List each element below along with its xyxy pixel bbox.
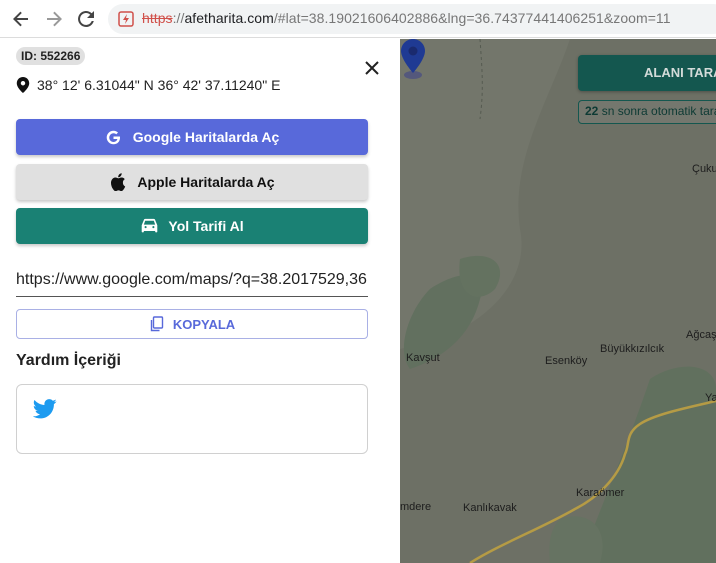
open-apple-maps-button[interactable]: Apple Haritalarda Aç [16, 164, 368, 200]
coordinates-row: 38° 12' 6.31044" N 36° 42' 37.11240" E [16, 75, 280, 95]
scan-area-button[interactable]: ALANI TARA [578, 55, 716, 91]
twitter-icon[interactable] [33, 399, 57, 419]
google-icon [105, 128, 123, 146]
open-google-maps-label: Google Haritalarda Aç [132, 129, 280, 145]
get-directions-label: Yol Tarifi Al [168, 218, 244, 234]
map-label-agcasar: Ağcaşar [686, 329, 716, 341]
location-detail-panel: ID: 552266 38° 12' 6.31044" N 36° 42' 37… [0, 39, 400, 563]
help-content-card [16, 384, 368, 454]
map-label-buyukkizilcik: Büyükkızılcık [600, 343, 665, 355]
apple-icon [109, 173, 127, 191]
maps-link-field[interactable] [16, 267, 368, 297]
help-content-title: Yardım İçeriği [16, 352, 121, 369]
copy-icon [149, 316, 165, 332]
auto-scan-timer: 22 sn sonra otomatik tara [578, 100, 716, 124]
map-label-mdere: mdere [400, 501, 432, 513]
map-label-kanlikavak: Kanlıkavak [463, 502, 517, 514]
map-marker-icon[interactable] [400, 39, 426, 79]
car-icon [140, 217, 158, 235]
id-badge: ID: 552266 [16, 47, 86, 65]
map-label-kavsut: Kavşut [406, 352, 440, 364]
coordinates-text: 38° 12' 6.31044" N 36° 42' 37.11240" E [37, 77, 281, 93]
browser-toolbar: https://afetharita.com/#lat=38.190216064… [0, 0, 716, 38]
maps-link-input[interactable] [16, 267, 368, 289]
map-label-esenkoy: Esenköy [545, 355, 588, 367]
close-icon[interactable] [360, 56, 384, 80]
forward-arrow-icon[interactable] [42, 7, 66, 31]
location-pin-icon [16, 77, 30, 93]
map-label-cukur: Çukur [692, 163, 716, 175]
open-google-maps-button[interactable]: Google Haritalarda Aç [16, 119, 368, 155]
map-view[interactable]: ALANI TARA 22 sn sonra otomatik tara Çuk… [400, 39, 716, 563]
copy-button[interactable]: KOPYALA [16, 309, 368, 339]
address-bar[interactable]: https://afetharita.com/#lat=38.190216064… [108, 4, 716, 34]
map-label-yakuplu: Yakuplu [705, 392, 716, 404]
reload-icon[interactable] [74, 7, 98, 31]
back-arrow-icon[interactable] [9, 7, 33, 31]
get-directions-button[interactable]: Yol Tarifi Al [16, 208, 368, 244]
copy-label: KOPYALA [172, 316, 236, 332]
map-label-karaomer: Karaömer [576, 487, 625, 499]
not-secure-icon[interactable] [118, 11, 134, 27]
url-text: https://afetharita.com/#lat=38.190216064… [142, 10, 671, 26]
open-apple-maps-label: Apple Haritalarda Aç [137, 174, 275, 190]
